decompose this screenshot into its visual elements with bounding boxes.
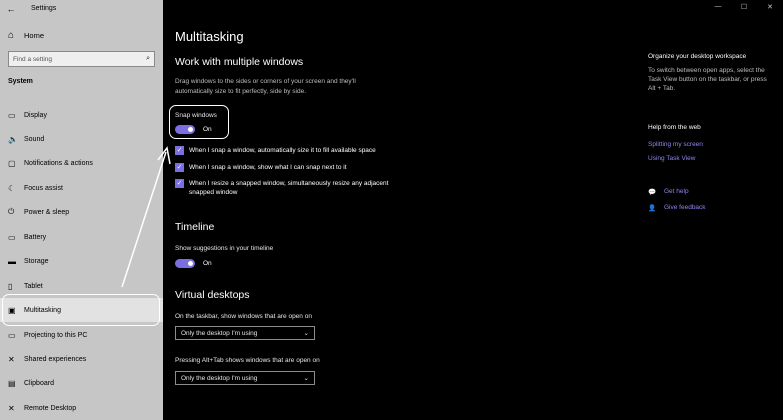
notifications-icon: ▢ [8,158,16,168]
battery-icon: ▭ [8,232,16,242]
chat-icon: 💬 [648,189,657,196]
chevron-down-icon: ⌄ [303,375,309,382]
checkbox-label: When I resize a snapped window, simultan… [189,180,389,196]
home-label: Home [24,30,45,40]
sidebar-item-label: Power & sleep [24,208,70,216]
sidebar-item-shared-experiences[interactable]: ✕ Shared experiences [0,347,163,371]
checkbox-resize-adjacent[interactable]: ✓ When I resize a snapped window, simult… [175,179,395,197]
main-content: — ☐ ✕ Multitasking Work with multiple wi… [163,0,783,420]
sidebar-item-display[interactable]: ▭ Display [0,103,163,127]
taskbar-windows-dropdown[interactable]: Only the desktop I'm using ⌄ [175,326,315,340]
sidebar-item-notifications[interactable]: ▢ Notifications & actions [0,151,163,175]
back-arrow-icon[interactable]: ← [0,4,22,14]
organize-title: Organize your desktop workspace [648,53,747,60]
window-title: Settings [31,5,57,12]
sidebar-item-label: Remote Desktop [24,404,77,412]
title-bar: ← Settings [0,0,163,17]
checkbox-show-snap-next[interactable]: ✓ When I snap a window, show what I can … [175,163,347,172]
close-icon[interactable]: ✕ [757,3,783,11]
sidebar: ← Settings ⌂ Home Find a setting ⌕ Syste… [0,0,163,420]
timeline-toggle[interactable]: On [175,259,212,268]
display-icon: ▭ [8,110,16,120]
alttab-windows-label: Pressing Alt+Tab shows windows that are … [175,357,320,364]
checkmark-icon: ✓ [175,163,184,172]
give-feedback-link[interactable]: 👤 Give feedback [648,204,706,212]
feedback-icon: 👤 [648,205,657,212]
sidebar-item-power-sleep[interactable]: ⏻ Power & sleep [0,200,163,224]
give-feedback-label: Give feedback [664,204,706,211]
search-placeholder: Find a setting [13,55,53,63]
projecting-icon: ▭ [8,330,16,340]
checkbox-auto-size[interactable]: ✓ When I snap a window, automatically si… [175,146,376,155]
sidebar-item-label: Shared experiences [24,355,87,363]
get-help-label: Get help [664,188,689,195]
snap-description: Drag windows to the sides or corners of … [175,78,356,95]
sidebar-item-label: Sound [24,135,45,143]
checkbox-label: When I snap a window, show what I can sn… [189,164,347,171]
sidebar-item-label: Projecting to this PC [24,331,88,339]
virtual-desktops-heading: Virtual desktops [175,289,250,301]
dropdown-value: Only the desktop I'm using [181,329,258,337]
sidebar-item-label: Battery [24,233,47,241]
window-controls: — ☐ ✕ [705,3,783,11]
chevron-down-icon: ⌄ [303,330,309,337]
alttab-windows-dropdown[interactable]: Only the desktop I'm using ⌄ [175,371,315,385]
sidebar-item-sound[interactable]: 🔈 Sound [0,127,163,151]
sidebar-item-clipboard[interactable]: ▤ Clipboard [0,371,163,395]
clipboard-icon: ▤ [8,378,16,388]
search-input[interactable]: Find a setting ⌕ [8,51,155,67]
get-help-link[interactable]: 💬 Get help [648,188,689,196]
sidebar-item-label: Tablet [24,282,43,290]
toggle-knob [188,261,193,266]
sidebar-item-label: Clipboard [24,379,54,387]
snap-windows-highlight [169,105,229,139]
minimize-icon[interactable]: — [705,3,731,11]
section-heading: System [8,78,33,85]
organize-description: To switch between open apps, select the … [648,67,767,92]
sidebar-item-label: Storage [24,257,49,265]
taskbar-windows-label: On the taskbar, show windows that are op… [175,313,312,320]
sidebar-item-storage[interactable]: ▬ Storage [0,249,163,273]
home-nav-item[interactable]: ⌂ Home [0,21,163,49]
timeline-label: Show suggestions in your timeline [175,245,274,252]
sidebar-item-focus-assist[interactable]: ☾ Focus assist [0,176,163,200]
sidebar-item-label: Display [24,111,47,119]
snap-section-heading: Work with multiple windows [175,56,304,68]
shared-experiences-icon: ✕ [8,354,15,364]
home-icon: ⌂ [8,29,15,41]
sidebar-item-label: Focus assist [24,184,63,192]
dropdown-value: Only the desktop I'm using [181,374,258,382]
search-icon: ⌕ [146,55,150,62]
sidebar-item-remote-desktop[interactable]: ✕ Remote Desktop [0,396,163,420]
tablet-icon: ▯ [8,281,13,291]
sound-icon: 🔈 [8,134,18,144]
sidebar-item-battery[interactable]: ▭ Battery [0,225,163,249]
storage-icon: ▬ [8,256,16,266]
link-using-task-view[interactable]: Using Task View [648,155,695,162]
checkbox-label: When I snap a window, automatically size… [189,147,376,154]
page-title: Multitasking [175,29,244,44]
sidebar-item-projecting[interactable]: ▭ Projecting to this PC [0,323,163,347]
multitasking-highlight [2,294,160,326]
help-title: Help from the web [648,124,701,131]
checkmark-icon: ✓ [175,146,184,155]
power-icon: ⏻ [8,207,15,216]
focus-assist-icon: ☾ [8,183,16,193]
checkmark-icon: ✓ [175,179,184,188]
toggle-track [175,259,195,268]
toggle-state: On [203,260,212,267]
sidebar-item-label: Notifications & actions [24,159,93,167]
link-splitting-screen[interactable]: Splitting my screen [648,141,703,148]
maximize-icon[interactable]: ☐ [731,3,757,11]
timeline-heading: Timeline [175,221,215,233]
remote-desktop-icon: ✕ [8,403,15,413]
